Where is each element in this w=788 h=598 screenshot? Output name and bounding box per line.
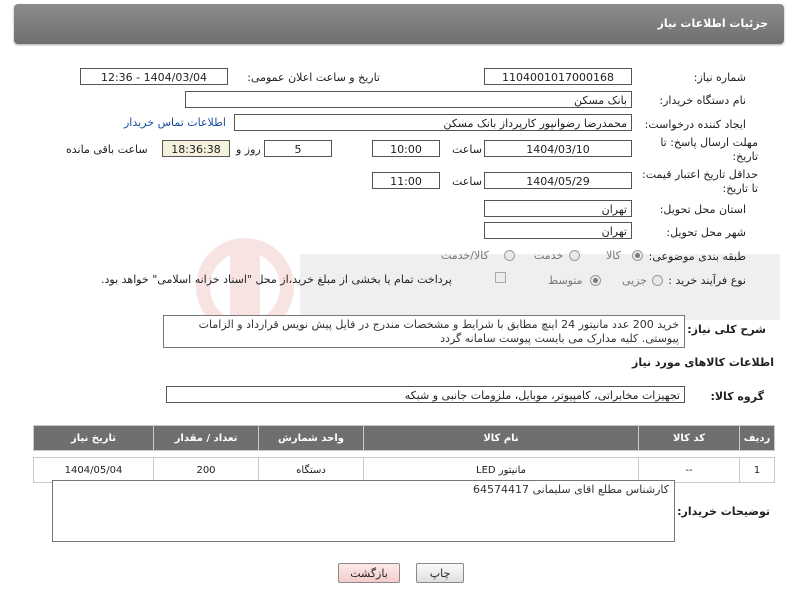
deadline-time-field[interactable]: 10:00: [372, 140, 440, 157]
city-field[interactable]: تهران: [484, 222, 632, 239]
col-name-header: نام کالا: [363, 425, 639, 451]
table-header-row: ردیف کد کالا نام کالا واحد شمارش تعداد /…: [33, 425, 775, 451]
buyer-org-label: نام دستگاه خریدار:: [659, 94, 746, 107]
back-button[interactable]: بازگشت: [338, 563, 400, 583]
cell-date: 1404/05/04: [33, 457, 154, 483]
col-row-header: ردیف: [739, 425, 775, 451]
process-label: نوع فرآیند خرید :: [668, 274, 746, 287]
buyer-notes-textarea[interactable]: کارشناس مطلع اقای سلیمانی 64574417: [52, 480, 675, 542]
requester-label: ایجاد کننده درخواست:: [644, 118, 746, 131]
col-qty-header: تعداد / مقدار: [153, 425, 259, 451]
announce-label: تاریخ و ساعت اعلان عمومی:: [247, 71, 380, 84]
items-table: ردیف کد کالا نام کالا واحد شمارش تعداد /…: [33, 425, 775, 483]
print-button[interactable]: چاپ: [416, 563, 464, 583]
cell-row: 1: [739, 457, 775, 483]
treasury-note: پرداخت تمام یا بخشی از مبلغ خرید،از محل …: [101, 273, 452, 286]
buyer-contact-link[interactable]: اطلاعات تماس خریدار: [124, 116, 226, 129]
deadline-days-label: روز و: [236, 143, 261, 156]
process-medium-label: متوسط: [548, 274, 583, 287]
deadline-label: مهلت ارسال پاسخ: تا تاریخ:: [660, 136, 758, 163]
process-minor-label: جزیی: [622, 274, 648, 287]
need-number-field[interactable]: 1104001017000168: [484, 68, 632, 85]
goods-group-label: گروه کالا:: [710, 390, 764, 403]
buyer-notes-label: توضیحات خریدار:: [677, 505, 770, 518]
remaining-time-label: ساعت باقی مانده: [66, 143, 148, 156]
col-unit-header: واحد شمارش: [258, 425, 364, 451]
summary-textarea[interactable]: خرید 200 عدد مانیتور 24 اینچ مطابق با شر…: [163, 315, 685, 348]
price-validity-label: حداقل تاریخ اعتبار قیمت: تا تاریخ:: [642, 168, 758, 195]
category-goods-service-label: کالا/خدمت: [441, 249, 489, 262]
page-title: جزئیات اطلاعات نیاز: [657, 17, 769, 30]
goods-info-title: اطلاعات کالاهای مورد نیاز: [632, 356, 774, 369]
deadline-time-label: ساعت: [452, 143, 482, 156]
col-date-header: تاریخ نیاز: [33, 425, 154, 451]
province-label: استان محل تحویل:: [659, 203, 746, 216]
price-validity-date-field[interactable]: 1404/05/29: [484, 172, 632, 189]
process-minor-radio[interactable]: [652, 275, 663, 286]
requester-field[interactable]: محمدرضا رضوانپور کارپرداز بانک مسکن: [234, 114, 632, 131]
summary-label: شرح کلی نیاز:: [687, 323, 766, 336]
need-number-label: شماره نیاز:: [693, 71, 746, 84]
category-service-radio[interactable]: [569, 250, 580, 261]
province-field[interactable]: تهران: [484, 200, 632, 217]
category-label: طبقه بندی موضوعی:: [648, 250, 746, 263]
price-validity-time-field[interactable]: 11:00: [372, 172, 440, 189]
remaining-time-field: 18:36:38: [162, 140, 230, 157]
category-goods-radio[interactable]: [632, 250, 643, 261]
cell-unit: دستگاه: [258, 457, 364, 483]
category-goods-label: کالا: [606, 249, 621, 262]
city-label: شهر محل تحویل:: [666, 226, 746, 239]
cell-name: مانیتور LED: [363, 457, 639, 483]
goods-group-field[interactable]: تجهیزات مخابراتی، کامپیوتر، موبایل، ملزو…: [166, 386, 685, 403]
header-bar: جزئیات اطلاعات نیاز: [14, 4, 784, 44]
cell-code: --: [638, 457, 740, 483]
price-validity-time-label: ساعت: [452, 175, 482, 188]
cell-qty: 200: [153, 457, 259, 483]
deadline-date-field[interactable]: 1404/03/10: [484, 140, 632, 157]
category-goods-service-radio[interactable]: [504, 250, 515, 261]
table-row[interactable]: 1 -- مانیتور LED دستگاه 200 1404/05/04: [33, 457, 775, 483]
buyer-org-field[interactable]: بانک مسکن: [185, 91, 632, 108]
treasury-checkbox[interactable]: [495, 272, 506, 283]
announce-field[interactable]: 1404/03/04 - 12:36: [80, 68, 228, 85]
col-code-header: کد کالا: [638, 425, 740, 451]
process-medium-radio[interactable]: [590, 275, 601, 286]
deadline-days-field[interactable]: 5: [264, 140, 332, 157]
category-service-label: خدمت: [534, 249, 564, 262]
